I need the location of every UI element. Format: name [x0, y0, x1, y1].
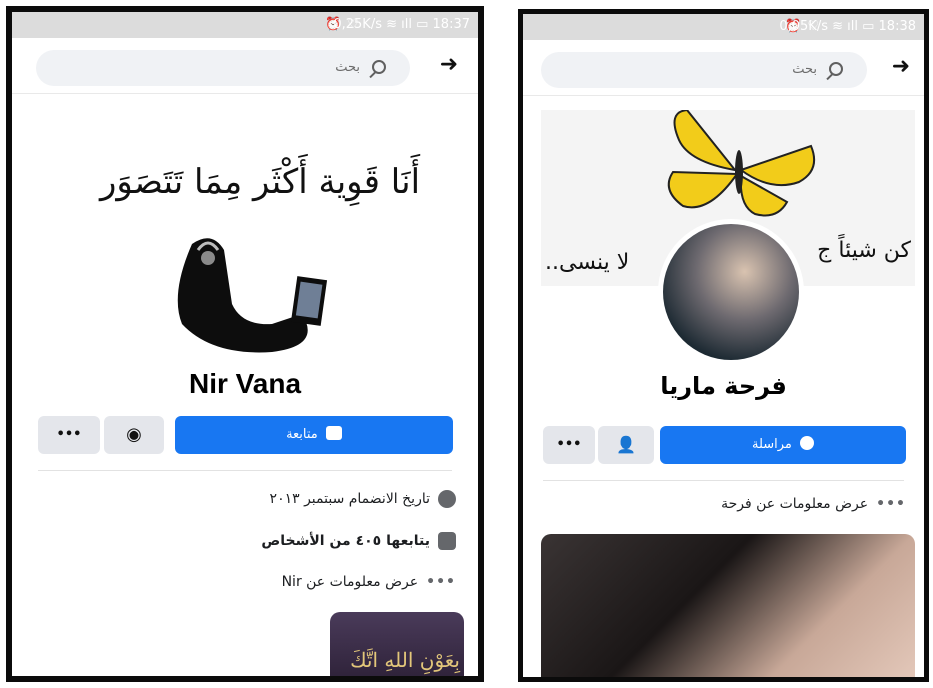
- back-arrow-icon[interactable]: ➜: [440, 52, 458, 77]
- avatar[interactable]: [658, 219, 804, 365]
- about-text: عرض معلومات عن Nir: [281, 574, 419, 590]
- search-row: بحث ➜: [523, 40, 924, 96]
- search-row: بحث ➜: [12, 38, 478, 94]
- more-dots-icon: •••: [426, 574, 456, 590]
- more-dots-icon: •••: [876, 496, 906, 512]
- messenger-button[interactable]: ◉: [104, 416, 164, 454]
- divider: [543, 480, 904, 481]
- about-info-row[interactable]: ••• عرض معلومات عن فرحة: [721, 496, 906, 512]
- profile-name: فرحة ماريا: [660, 372, 787, 400]
- back-arrow-icon[interactable]: ➜: [892, 54, 910, 79]
- status-speed-time: 0,25K/s ≋ ıll ▭ 18:37: [333, 17, 470, 32]
- followers-icon: [438, 532, 456, 550]
- right-phone-screenshot: ⏰ ♡ 0,05K/s ≋ ıll ▭ 18:38 بحث ➜ كن شيئاً…: [518, 9, 929, 682]
- joined-text: تاريخ الانضمام سبتمبر ٢٠١٣: [269, 491, 430, 507]
- about-info-row[interactable]: ••• عرض معلومات عن Nir: [282, 574, 456, 590]
- search-input[interactable]: بحث: [541, 52, 867, 88]
- more-button[interactable]: •••: [38, 416, 100, 454]
- clock-icon: [438, 490, 456, 508]
- status-bar: ⏰ ♡ 0,05K/s ≋ ıll ▭ 18:38: [523, 14, 924, 40]
- status-speed-time: 0,05K/s ≋ ıll ▭ 18:38: [779, 19, 916, 34]
- more-button[interactable]: •••: [543, 426, 595, 464]
- about-text: عرض معلومات عن فرحة: [721, 496, 869, 512]
- divider: [38, 470, 452, 471]
- search-icon: [372, 60, 386, 74]
- message-label: مراسلة: [751, 437, 792, 452]
- avatar-photo: [663, 224, 799, 360]
- search-placeholder: بحث: [792, 62, 817, 77]
- search-icon: [829, 62, 843, 76]
- message-button[interactable]: مراسلة: [660, 426, 906, 464]
- cover-quote: أَنَا قَوِية أَكْثَر مِمَا تَتَصَوَر: [100, 162, 421, 202]
- photo-thumbnail[interactable]: بِعَوْنِ اللهِ اتَّكَ: [330, 612, 464, 676]
- profile-name: Nir Vana: [188, 368, 302, 399]
- profile-picture[interactable]: [172, 234, 332, 354]
- cover-text-left: لا ينسى..: [545, 250, 630, 275]
- butterfly-image: [667, 110, 815, 217]
- joined-info-row: تاريخ الانضمام سبتمبر ٢٠١٣: [270, 490, 456, 508]
- friend-check-icon: 👤: [616, 435, 636, 454]
- photo-post[interactable]: [541, 534, 915, 677]
- left-phone-screenshot: ⏰ ♡ 0,25K/s ≋ ıll ▭ 18:37 بحث ➜ أَنَا قَ…: [6, 6, 484, 682]
- add-follow-icon: [325, 426, 342, 440]
- messenger-icon: ◉: [126, 424, 142, 445]
- messenger-icon: [800, 436, 815, 450]
- followers-info-row: يتابعها ٤٠٥ من الأشخاص: [261, 532, 456, 550]
- follow-label: متابعة: [286, 427, 318, 442]
- status-bar: ⏰ ♡ 0,25K/s ≋ ıll ▭ 18:37: [12, 12, 478, 38]
- search-input[interactable]: بحث: [36, 50, 410, 86]
- photo-calligraphy: بِعَوْنِ اللهِ اتَّكَ: [350, 648, 460, 672]
- followers-text: يتابعها ٤٠٥ من الأشخاص: [261, 533, 430, 549]
- cover-text-right: كن شيئاً ج: [817, 238, 911, 263]
- follow-button[interactable]: متابعة: [175, 416, 453, 454]
- friend-status-button[interactable]: 👤: [598, 426, 654, 464]
- search-placeholder: بحث: [335, 60, 360, 75]
